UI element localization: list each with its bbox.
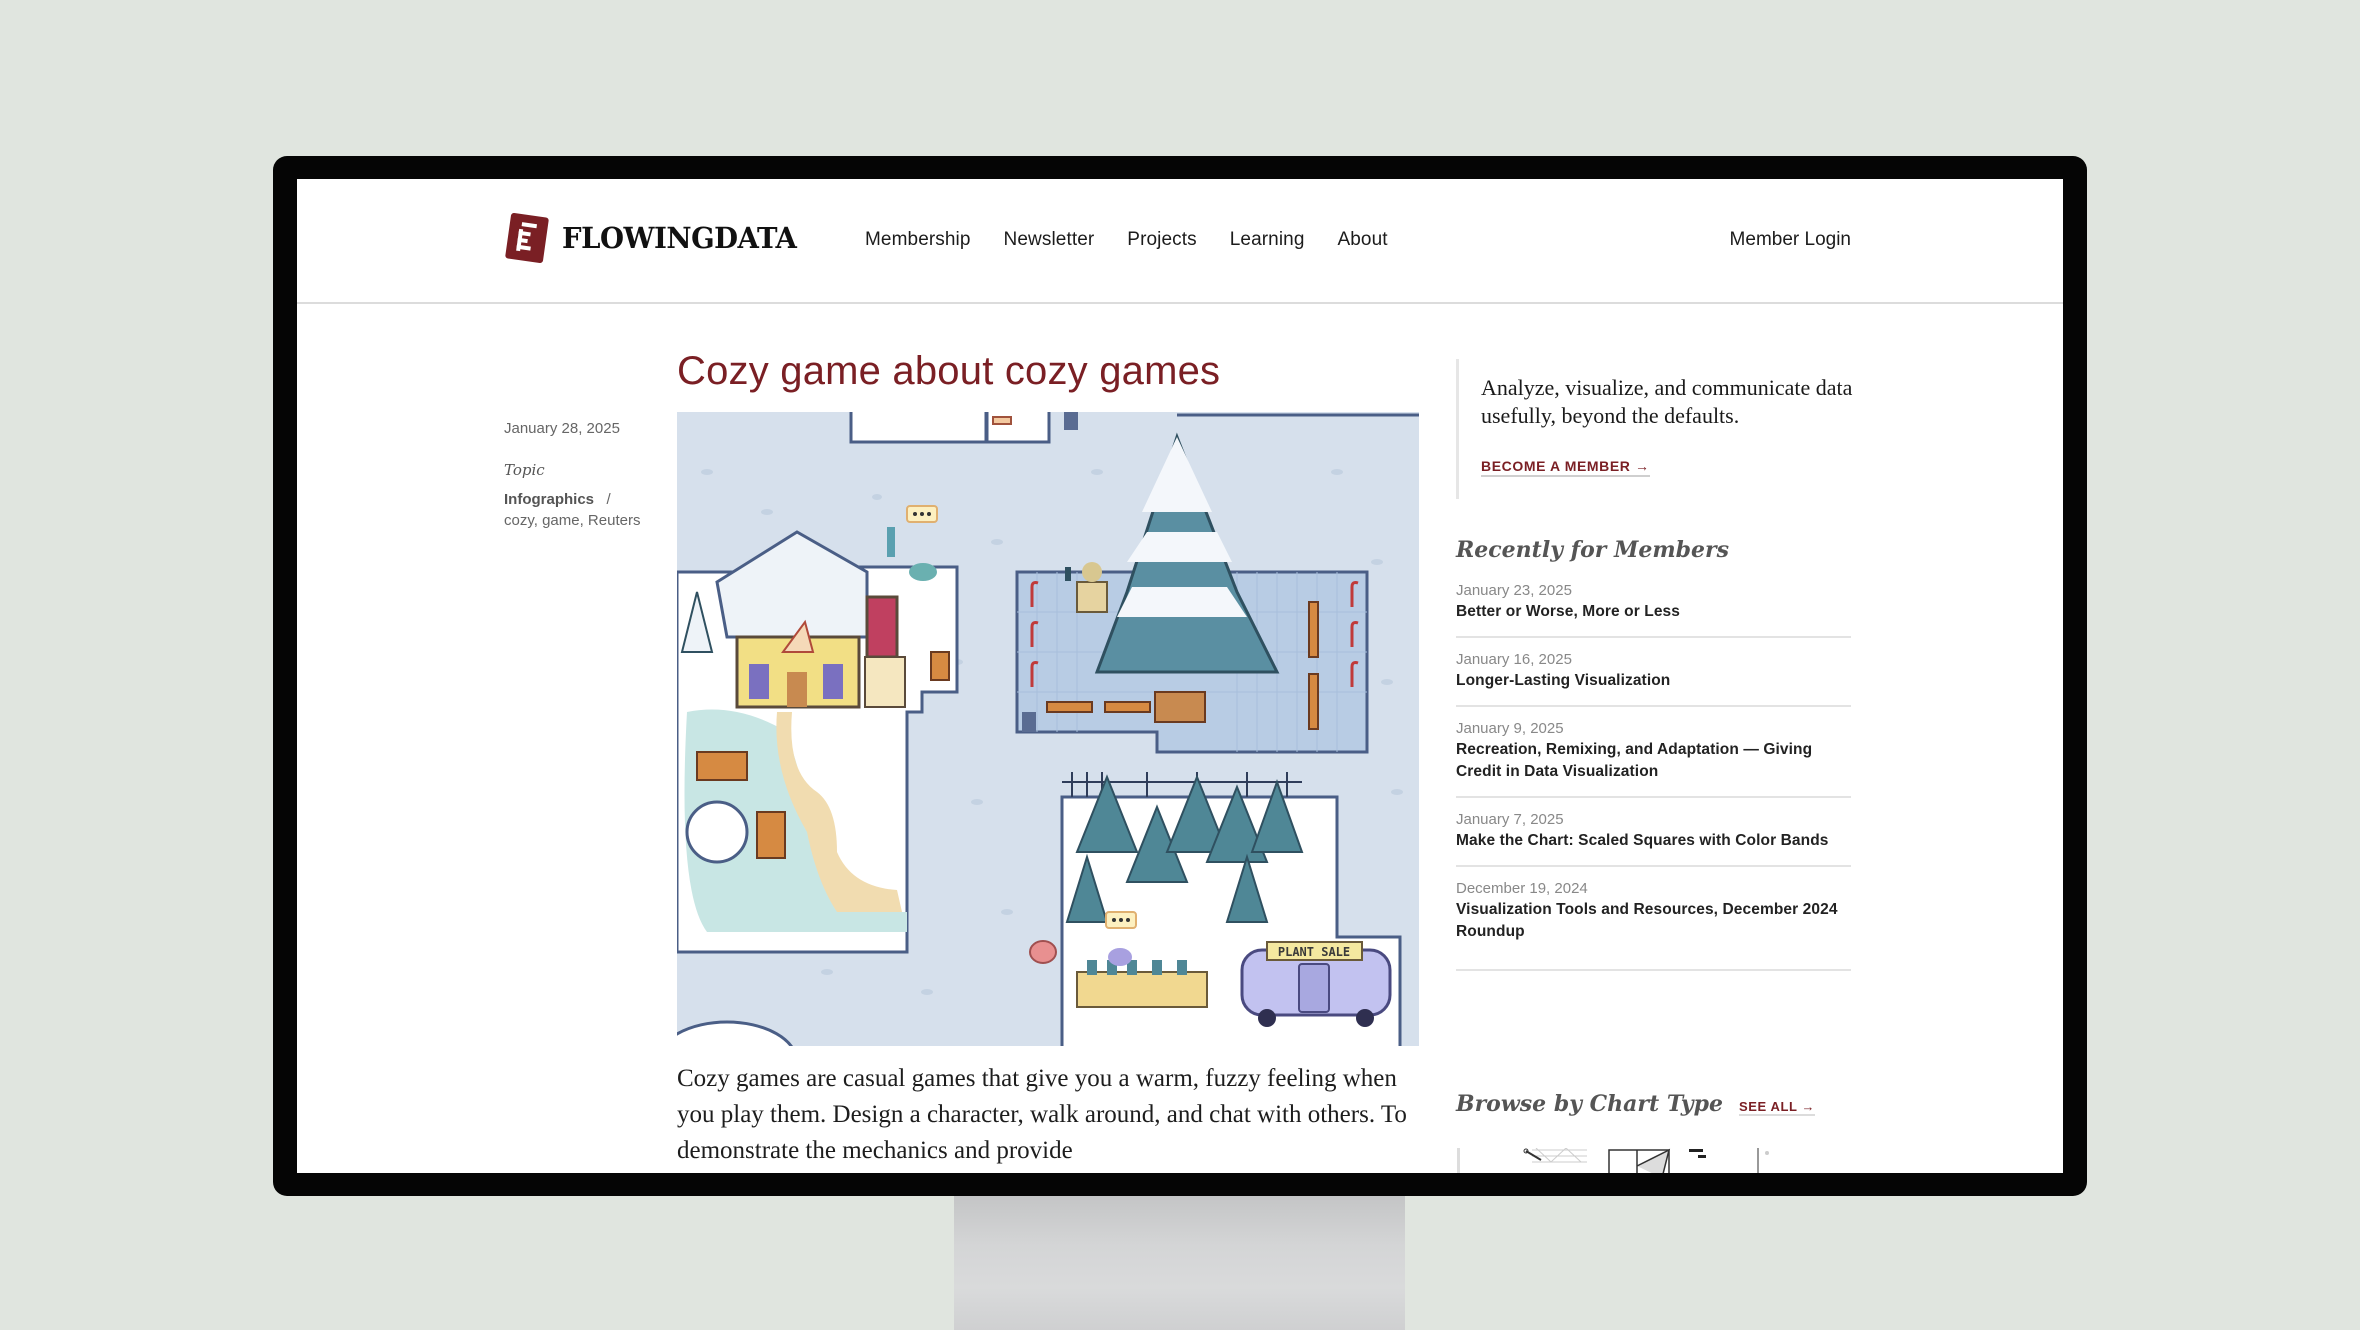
nav-learning[interactable]: Learning: [1230, 229, 1305, 251]
nav-projects[interactable]: Projects: [1127, 229, 1196, 251]
recent-list: January 23, 2025 Better or Worse, More o…: [1456, 581, 1851, 971]
thumb-area-icon: [1608, 1148, 1671, 1173]
nav-about[interactable]: About: [1337, 229, 1387, 251]
list-item: January 7, 2025 Make the Chart: Scaled S…: [1456, 798, 1851, 867]
list-item: January 16, 2025 Longer-Lasting Visualiz…: [1456, 638, 1851, 707]
post-date: January 28, 2025: [504, 420, 620, 437]
nav-newsletter[interactable]: Newsletter: [1004, 229, 1095, 251]
post-tags: Infographics / cozy, game, Reuters: [504, 489, 654, 531]
hero-image: PLANT SALE: [677, 412, 1419, 1046]
chart-type-thumbnails: [1456, 1147, 1851, 1173]
tag-separator: /: [606, 491, 611, 508]
monitor-stand: [954, 1190, 1405, 1330]
tag-links[interactable]: cozy, game, Reuters: [504, 512, 640, 529]
item-title-link[interactable]: Visualization Tools and Resources, Decem…: [1456, 899, 1851, 943]
browse-chart-type: Browse by Chart Type SEE ALL →: [1456, 1091, 1816, 1117]
list-item: January 23, 2025 Better or Worse, More o…: [1456, 581, 1851, 638]
post-title: Cozy game about cozy games: [677, 349, 1221, 393]
item-date: January 16, 2025: [1456, 651, 1572, 668]
recent-members-section: Recently for Members January 23, 2025 Be…: [1456, 537, 1851, 971]
nav-membership[interactable]: Membership: [865, 229, 971, 251]
category-link[interactable]: Infographics: [504, 491, 594, 508]
thumb-bar-icon: [1457, 1148, 1460, 1173]
browse-heading: Browse by Chart Type: [1456, 1091, 1723, 1117]
list-item: December 19, 2024 Visualization Tools an…: [1456, 867, 1851, 971]
item-title-link[interactable]: Better or Worse, More or Less: [1456, 601, 1851, 623]
recent-heading: Recently for Members: [1456, 537, 1730, 563]
item-date: January 23, 2025: [1456, 582, 1572, 599]
item-date: December 19, 2024: [1456, 880, 1588, 897]
become-member-link[interactable]: BECOME A MEMBER →: [1481, 458, 1650, 477]
site-logo[interactable]: FLOWINGDATA: [504, 212, 809, 264]
item-date: January 9, 2025: [1456, 720, 1564, 737]
item-title-link[interactable]: Longer-Lasting Visualization: [1456, 670, 1851, 692]
browser-screen: FLOWINGDATA Membership Newsletter Projec…: [297, 179, 2063, 1173]
item-title-link[interactable]: Make the Chart: Scaled Squares with Colo…: [1456, 830, 1851, 852]
flowingdata-logo-icon: [504, 212, 550, 264]
see-all-link[interactable]: SEE ALL →: [1738, 1099, 1816, 1116]
item-title-link[interactable]: Recreation, Remixing, and Adaptation — G…: [1456, 739, 1851, 783]
item-date: January 7, 2025: [1456, 811, 1564, 828]
main-nav: Membership Newsletter Projects Learning …: [865, 229, 1421, 251]
member-login-link[interactable]: Member Login: [1730, 229, 1851, 251]
post-meta: January 28, 2025 Topic Infographics / co…: [504, 420, 654, 531]
topic-label: Topic: [504, 461, 545, 479]
promo-text: Analyze, visualize, and communicate data…: [1481, 375, 1853, 428]
site-header: FLOWINGDATA Membership Newsletter Projec…: [297, 179, 2063, 304]
cozy-game-map-illustration: PLANT SALE: [677, 412, 1419, 1046]
post-body: Cozy games are casual games that give yo…: [677, 1065, 1407, 1164]
thumb-bars-icon: [1689, 1149, 1706, 1158]
list-item: January 9, 2025 Recreation, Remixing, an…: [1456, 707, 1851, 798]
logo-wordmark: FLOWINGDATA: [562, 221, 797, 255]
membership-promo: Analyze, visualize, and communicate data…: [1456, 359, 1854, 499]
plant-sale-sign: PLANT SALE: [1278, 945, 1350, 959]
